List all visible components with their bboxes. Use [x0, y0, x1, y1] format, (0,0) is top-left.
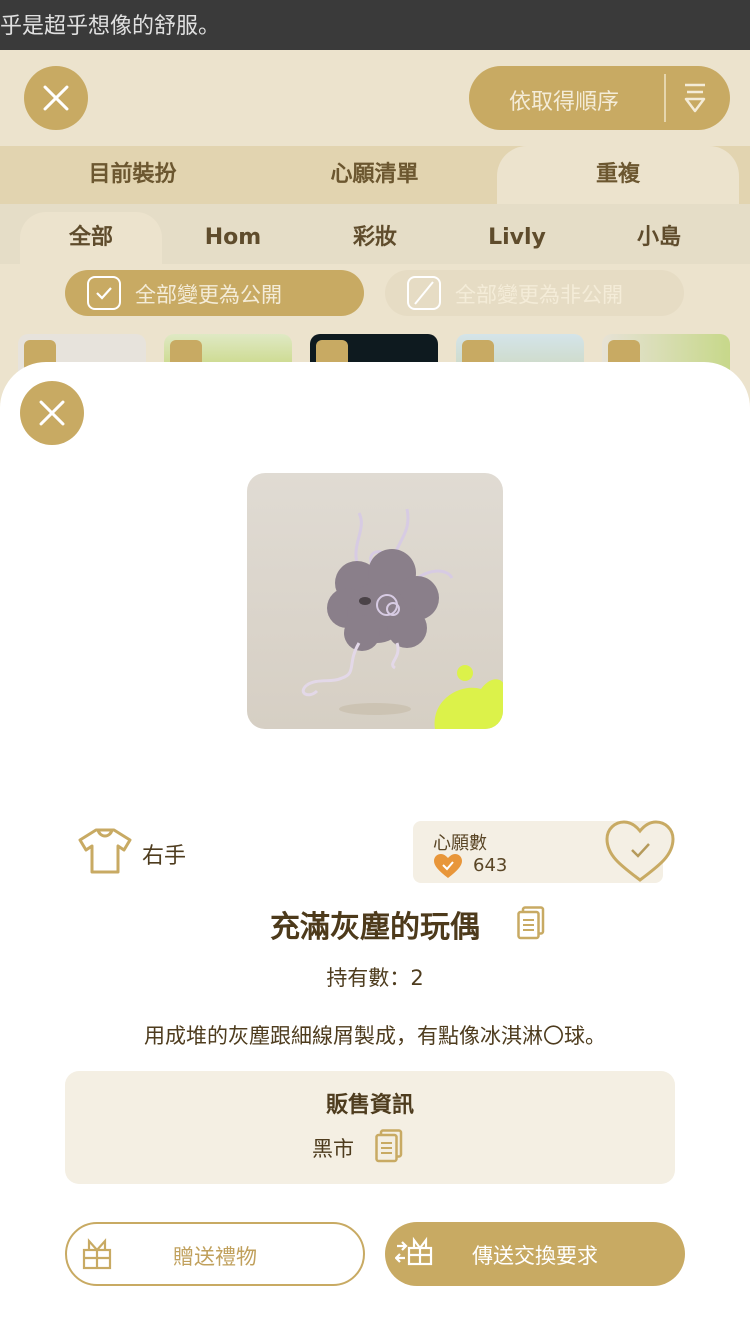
tab-bar: 目前裝扮 心願清單 重複 [0, 146, 750, 204]
close-button[interactable] [20, 381, 84, 445]
tab-wishlist[interactable]: 心願清單 [282, 146, 467, 204]
shirt-icon [78, 828, 132, 874]
sort-icon [684, 83, 706, 113]
tab-duplicates[interactable]: 重複 [497, 146, 739, 204]
sort-order-label: 依取得順序 [509, 90, 620, 115]
sort-order-button[interactable]: 依取得順序 [469, 66, 730, 130]
send-trade-request-label: 傳送交換要求 [472, 1244, 598, 1268]
send-gift-label: 贈送禮物 [173, 1245, 257, 1269]
close-icon [39, 81, 73, 115]
status-bar: 乎是超乎想像的舒服。 [0, 0, 750, 50]
sale-info-title: 販售資訊 [325, 1093, 414, 1118]
dust-doll-illustration [301, 508, 503, 729]
item-description: 用成堆的灰塵跟細線屑製成，有點像冰淇淋〇球。 [144, 1024, 606, 1048]
document-icon[interactable] [517, 906, 545, 940]
subtab-label: 小島 [636, 225, 681, 250]
make-all-private-label: 全部變更為非公開 [455, 283, 623, 307]
item-detail-sheet: 右手 心願數 643 充滿灰塵的玩偶 持有數：2 用成堆的灰塵跟細線屑製成，有點… [0, 362, 750, 1334]
sale-info-panel: 販售資訊 黑市 [65, 1071, 675, 1184]
subtab-all[interactable]: 全部 [20, 212, 162, 264]
subtab-label: 彩妝 [352, 225, 397, 250]
document-icon[interactable] [375, 1129, 403, 1163]
make-all-public-button[interactable]: 全部變更為公開 [65, 270, 364, 316]
subtab-label: Hom [204, 225, 262, 250]
make-all-private-button[interactable]: 全部變更為非公開 [385, 270, 684, 316]
item-name: 充滿灰塵的玩偶 [270, 910, 480, 945]
tab-current-outfit[interactable]: 目前裝扮 [40, 146, 225, 204]
status-bar-text: 乎是超乎想像的舒服。 [0, 14, 221, 39]
owned-count-value: 2 [410, 966, 424, 990]
divider [664, 74, 666, 122]
heart-check-icon [434, 854, 462, 878]
add-to-wishlist-heart-icon[interactable] [604, 818, 676, 884]
subtab-label: Livly [488, 225, 546, 250]
owned-count: 持有數：2 [0, 962, 750, 992]
subtab-makeup[interactable]: 彩妝 [304, 212, 446, 264]
tab-label: 心願清單 [330, 162, 419, 187]
private-box-icon [407, 276, 441, 310]
send-gift-button[interactable]: 贈送禮物 [65, 1222, 365, 1286]
close-icon [35, 396, 69, 430]
wishlist-title: 心願數 [433, 833, 487, 854]
wishlist-count: 643 [473, 855, 508, 876]
checkbox-icon [87, 276, 121, 310]
sale-location: 黑市 [312, 1137, 354, 1161]
subtab-island[interactable]: 小島 [588, 212, 730, 264]
category-subtabs: 全部 Hom 彩妝 Livly 小島 [0, 204, 750, 264]
subtab-hom[interactable]: Hom [162, 212, 304, 264]
subtab-label: 全部 [68, 225, 113, 250]
send-trade-request-button[interactable]: 傳送交換要求 [385, 1222, 685, 1286]
close-inventory-button[interactable] [24, 66, 88, 130]
make-all-public-label: 全部變更為公開 [135, 283, 282, 307]
category-label: 右手 [142, 844, 187, 869]
tab-label: 重複 [595, 162, 640, 187]
owned-count-label: 持有數： [326, 966, 411, 990]
item-image [247, 473, 503, 729]
tab-label: 目前裝扮 [88, 162, 177, 187]
subtab-livly[interactable]: Livly [446, 212, 588, 264]
